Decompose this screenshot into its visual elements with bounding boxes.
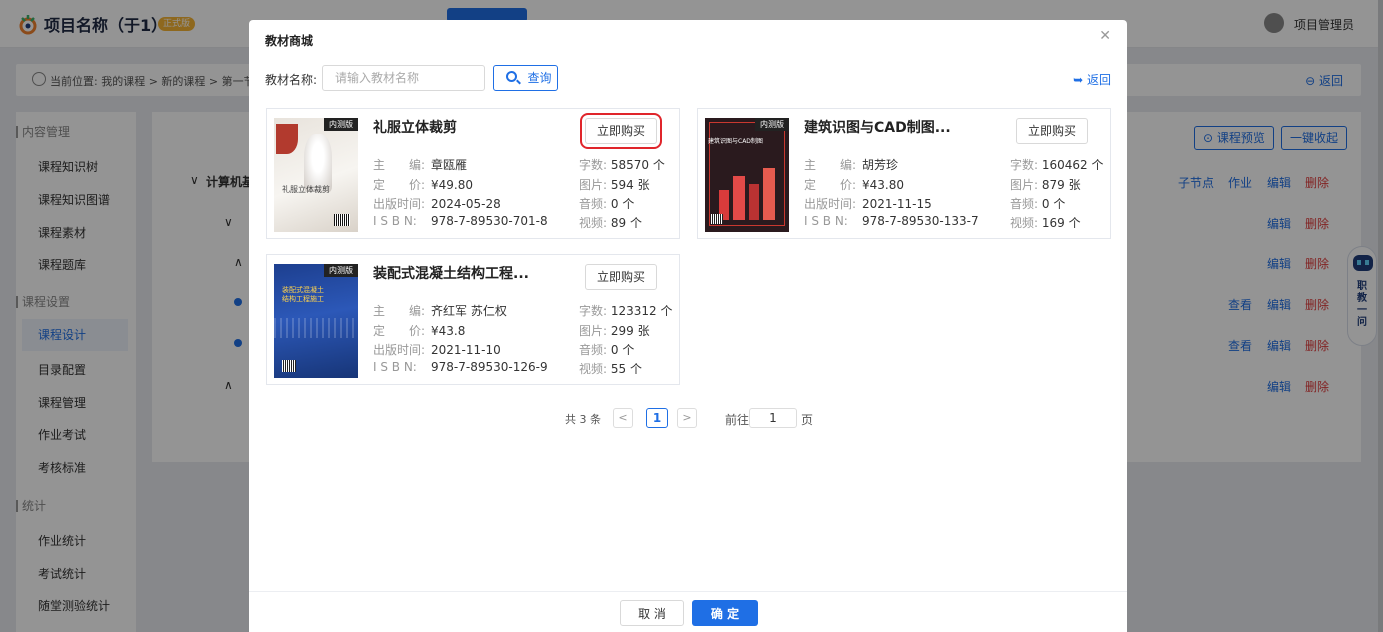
book-images: 299 张 [610,324,650,338]
buy-now-button[interactable]: 立即购买 [585,264,657,290]
barcode-icon [334,214,350,226]
book-video: 169 个 [1041,216,1081,230]
search-button[interactable]: 查询 [493,65,558,91]
book-editor: 章瓯雁 [431,158,468,172]
book-price: ¥49.80 [431,178,473,192]
close-icon[interactable]: ✕ [1099,28,1111,44]
goto-page-input[interactable] [749,408,797,428]
book-date: 2021-11-15 [862,197,932,211]
book-title[interactable]: 装配式混凝土结构工程... [373,263,529,283]
book-words: 58570 个 [610,158,665,172]
barcode-icon [282,360,296,372]
dialog-title: 教材商城 [265,34,314,48]
book-title[interactable]: 礼服立体裁剪 [373,117,457,137]
barcode-icon [711,214,723,224]
footer-divider [249,591,1127,592]
book-cover[interactable]: 礼服立体裁剪 内测版 [274,118,358,232]
book-editor: 胡芳珍 [862,158,899,172]
pagination-total: 共 3 条 [565,413,601,426]
book-card: 装配式混凝土结构工程施工 内测版 装配式混凝土结构工程... 立即购买 主 编:… [266,254,680,385]
book-isbn: 978-7-89530-126-9 [431,360,548,374]
book-audio: 0 个 [610,343,635,357]
book-video: 89 个 [610,216,642,230]
book-isbn: 978-7-89530-133-7 [862,214,979,228]
beta-tag: 内测版 [324,118,358,131]
book-editor: 齐红军 苏仁权 [431,304,507,318]
prev-page-button[interactable]: < [613,408,633,428]
beta-tag: 内测版 [324,264,358,277]
book-date: 2024-05-28 [431,197,501,211]
book-images: 594 张 [610,178,650,192]
book-audio: 0 个 [1041,197,1066,211]
book-cover[interactable]: 装配式混凝土结构工程施工 内测版 [274,264,358,378]
book-words: 123312 个 [610,304,673,318]
book-card: 礼服立体裁剪 内测版 礼服立体裁剪 立即购买 主 编: 章瓯雁 定 价: ¥49.8… [266,108,680,239]
search-label: 教材名称: [265,73,318,87]
book-card: 建筑识图与CAD制图 内测版 建筑识图与CAD制图... 立即购买 主 编: 胡芳… [697,108,1111,239]
goto-label: 前往 [725,413,750,427]
textbook-store-dialog: 教材商城 ✕ 教材名称: 查询 ➥ 返回 礼服立体裁剪 内测版 礼服立体裁剪 立… [249,20,1127,632]
book-price: ¥43.8 [431,324,466,338]
page-suffix: 页 [801,413,814,427]
book-cover[interactable]: 建筑识图与CAD制图 内测版 [705,118,789,232]
book-isbn: 978-7-89530-701-8 [431,214,548,228]
search-icon [506,71,517,82]
page-number-current[interactable]: 1 [646,408,668,428]
book-audio: 0 个 [610,197,635,211]
book-title[interactable]: 建筑识图与CAD制图... [804,117,951,137]
pagination: 共 3 条 < 1 > 前往 页 [249,408,1127,428]
buy-now-button[interactable]: 立即购买 [1016,118,1088,144]
book-images: 879 张 [1041,178,1081,192]
book-video: 55 个 [610,362,642,376]
book-words: 160462 个 [1041,158,1104,172]
beta-tag: 内测版 [755,118,789,131]
cover-title: 礼服立体裁剪 [282,185,330,194]
back-link[interactable]: ➥ 返回 [1073,71,1111,88]
search-input[interactable] [322,65,485,91]
next-page-button[interactable]: > [677,408,697,428]
cover-title: 建筑识图与CAD制图 [708,138,763,145]
buy-now-button[interactable]: 立即购买 [580,113,662,149]
book-price: ¥43.80 [862,178,904,192]
book-date: 2021-11-10 [431,343,501,357]
confirm-button[interactable]: 确 定 [692,600,758,626]
cover-title: 装配式混凝土结构工程施工 [282,286,324,303]
cancel-button[interactable]: 取 消 [620,600,684,626]
